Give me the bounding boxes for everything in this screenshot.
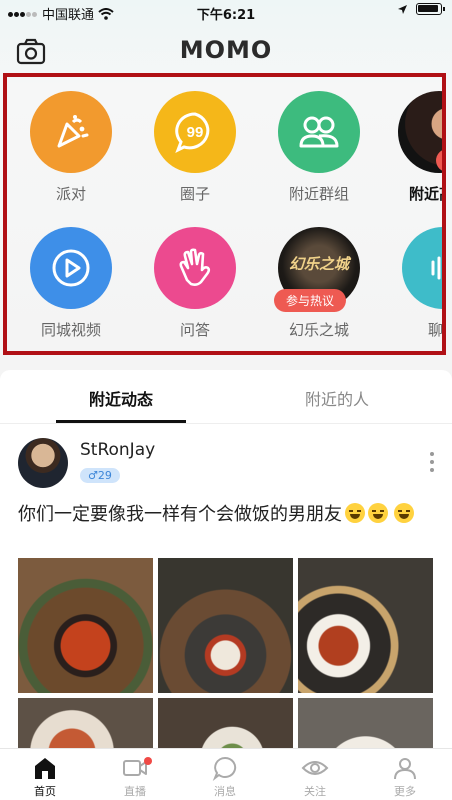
person-icon (394, 758, 416, 780)
post-photo[interactable] (18, 558, 153, 693)
app-logo: MOMO (179, 36, 273, 64)
post-photo[interactable] (158, 698, 293, 750)
laughing-emoji-icon (393, 503, 414, 523)
play-icon (30, 227, 112, 309)
quick-item-fantasy-city[interactable]: 幻乐之城 参与热议 幻乐之城 (269, 227, 369, 340)
eye-icon (301, 761, 329, 775)
quick-item-local-video[interactable]: 同城视频 (21, 227, 121, 340)
quick-access-grid: 派对 99 圈子 附近群组 附近 同城视频 问答 幻乐之城 参与热议 幻乐之城 … (3, 73, 446, 355)
post-header: StRonJay ♂29 (0, 424, 452, 494)
party-popper-icon (30, 91, 112, 173)
tab-following[interactable]: 关注 (270, 755, 360, 799)
svg-text:99: 99 (187, 124, 204, 141)
quick-item-label: 聊天 (427, 321, 443, 339)
more-options-icon[interactable] (430, 452, 434, 476)
message-bubble-icon (212, 756, 237, 781)
post-text: 你们一定要像我一样有个会做饭的男朋友 (0, 494, 452, 558)
feed-tabs: 附近动态 附近的人 (0, 370, 452, 424)
hot-badge: 点 (436, 149, 442, 172)
quick-item-nearby-groups[interactable]: 附近群组 (269, 91, 369, 204)
post-photo[interactable] (158, 558, 293, 693)
poster-title: 幻乐之城 (288, 254, 349, 273)
tab-live[interactable]: 直播 (90, 755, 180, 799)
quick-item-chat[interactable]: 聊天 (393, 227, 443, 340)
waving-hand-icon (154, 227, 236, 309)
quick-item-nearby-faces[interactable]: 点 附近高颜 (389, 91, 442, 204)
quick-item-label: 问答 (179, 321, 210, 339)
gender-age-badge: ♂29 (80, 468, 120, 483)
app-screen: 中国联通 下午6:21 MOMO 派对 99 圈子 附近群组 附近 同城视频 问… (0, 0, 452, 800)
quick-item-label: 同城视频 (40, 321, 101, 339)
tab-label: 首页 (34, 785, 56, 798)
hot-discussion-badge: 参与热议 (274, 289, 347, 312)
status-time: 下午6:21 (196, 8, 256, 23)
laughing-emoji-icon (368, 503, 388, 523)
quick-item-circle[interactable]: 99 圈子 (145, 91, 245, 204)
feed-card: 附近动态 附近的人 StRonJay ♂29 你们一定要像我一样有个会做饭的男朋… (0, 370, 452, 750)
post-photo[interactable] (298, 558, 433, 693)
tab-messages[interactable]: 消息 (180, 755, 270, 799)
status-bar: 中国联通 下午6:21 (0, 0, 452, 24)
quick-item-label: 幻乐之城 (288, 321, 349, 339)
tab-nearby-people[interactable]: 附近的人 (224, 386, 450, 410)
quick-item-label: 派对 (55, 185, 86, 203)
quick-item-label: 附近群组 (288, 185, 349, 203)
laughing-emoji-icon (345, 503, 365, 523)
quick-item-qa[interactable]: 问答 (145, 227, 245, 340)
tab-label: 消息 (214, 785, 236, 798)
tab-home[interactable]: 首页 (0, 755, 90, 799)
post-caption: 你们一定要像我一样有个会做饭的男朋友 (18, 504, 342, 525)
avatar-photo: 点 (398, 91, 442, 173)
tab-label: 更多 (394, 785, 416, 798)
tab-label: 关注 (304, 785, 326, 798)
chat-bubble-99-icon: 99 (154, 91, 236, 173)
app-header: MOMO (0, 30, 452, 74)
group-people-icon (278, 91, 360, 173)
tab-label: 直播 (124, 785, 146, 798)
quick-item-label: 圈子 (179, 185, 210, 203)
bottom-tab-bar: 首页 直播 消息 关注 更多 (0, 748, 452, 800)
home-icon (35, 758, 55, 779)
battery-icon (416, 3, 445, 15)
avatar[interactable] (18, 438, 68, 488)
quick-item-label: 附近高颜 (408, 185, 442, 203)
location-arrow-icon (398, 4, 407, 14)
active-tab-indicator (56, 420, 186, 423)
post-username[interactable]: StRonJay (80, 440, 155, 460)
post-photo[interactable] (298, 698, 433, 750)
show-poster: 幻乐之城 参与热议 (274, 227, 360, 312)
quick-item-party[interactable]: 派对 (21, 91, 121, 204)
notification-dot (144, 757, 152, 765)
tab-more[interactable]: 更多 (360, 755, 450, 799)
tab-nearby-posts[interactable]: 附近动态 (8, 386, 234, 410)
post-photo[interactable] (18, 698, 153, 750)
voice-wave-icon (402, 227, 442, 309)
